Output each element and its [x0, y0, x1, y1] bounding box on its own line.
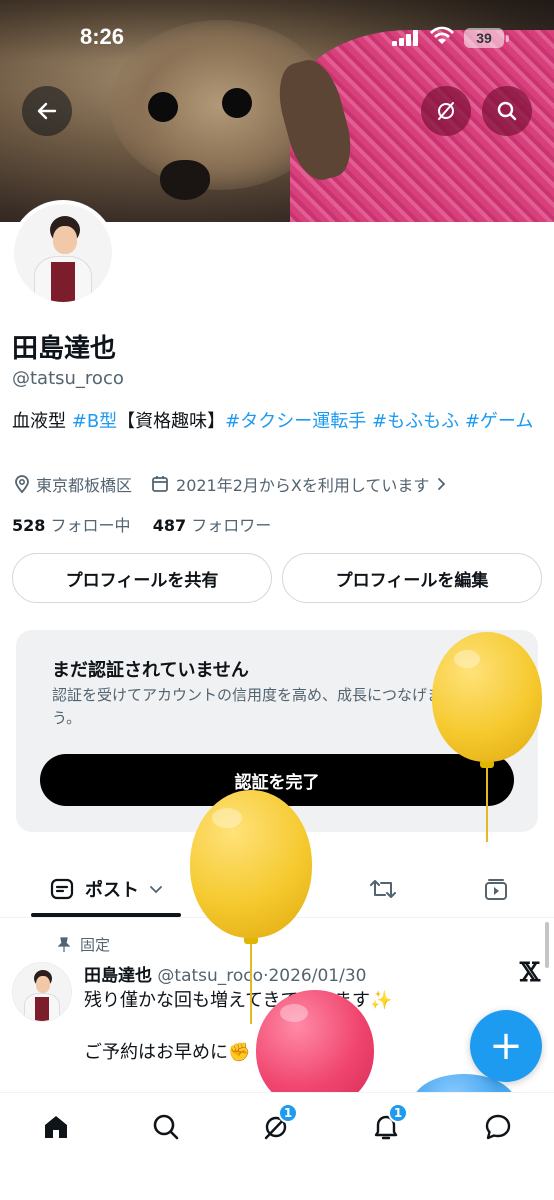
edit-profile-button[interactable]: プロフィールを編集 [282, 553, 542, 603]
profile-joined[interactable]: 2021年2月からXを利用しています [176, 472, 429, 496]
follow-counts: 528 フォロー中 487 フォロワー [12, 512, 271, 536]
following-count: 528 [12, 516, 46, 535]
pinned-text: 固定 [80, 936, 111, 954]
compose-button[interactable]: + [470, 1010, 542, 1082]
repost-icon [370, 880, 396, 898]
signal-icon [392, 30, 420, 46]
post-icon [50, 878, 74, 900]
nav-messages[interactable] [478, 1107, 518, 1147]
messages-icon [485, 1114, 511, 1140]
verification-title: まだ認証されていません [52, 660, 249, 681]
share-profile-button[interactable]: プロフィールを共有 [12, 553, 272, 603]
bio-text: 【資格趣味】 [117, 411, 226, 432]
post-author-handle[interactable]: @tatsu_roco [157, 966, 263, 986]
yellow-balloon [432, 632, 542, 762]
status-time: 8:26 [80, 24, 125, 49]
profile-avatar[interactable] [10, 200, 116, 306]
profile-name: 田島達也 [12, 334, 117, 364]
nav-grok[interactable]: 1 [256, 1103, 298, 1147]
post-author-avatar[interactable] [12, 962, 72, 1022]
profile-location: 東京都板橋区 [36, 476, 133, 495]
banner-dog-nose [160, 160, 210, 200]
followers-label: フォロワー [191, 516, 272, 535]
back-arrow-icon [37, 102, 57, 120]
grok-button[interactable] [421, 86, 471, 136]
scrollbar[interactable] [545, 922, 549, 968]
post-author-name[interactable]: 田島達也 [84, 966, 152, 986]
wifi-icon [430, 26, 454, 44]
nav-home[interactable] [36, 1107, 76, 1147]
notification-badge: 1 [388, 1103, 408, 1123]
post-header: 田島達也 @tatsu_roco·2026/01/30 [84, 961, 366, 986]
hashtag-link[interactable]: #タクシー運転手 [225, 411, 366, 432]
balloon-string [486, 768, 488, 842]
yellow-balloon [190, 790, 312, 938]
hashtag-link[interactable]: #もふもふ [372, 411, 459, 432]
home-icon [45, 1116, 67, 1138]
nav-notifications[interactable]: 1 [366, 1103, 408, 1147]
media-icon [485, 879, 507, 900]
hashtag-link[interactable]: #ゲーム [465, 411, 534, 432]
profile-handle: @tatsu_roco [12, 368, 124, 389]
following-label: フォロー中 [50, 516, 131, 535]
location-icon [15, 475, 29, 494]
grok-icon [438, 102, 454, 120]
chevron-right-icon [438, 478, 446, 490]
calendar-icon [152, 476, 168, 492]
hashtag-link[interactable]: #B型 [72, 411, 117, 432]
status-bar: 8:26 39 [0, 22, 554, 54]
bio-text: 血液型 [12, 411, 72, 432]
bottom-navigation: 1 1 [0, 1092, 554, 1200]
profile-meta: 東京都板橋区 2021年2月からXを利用しています [12, 472, 449, 496]
tab-posts-label: ポスト [85, 880, 139, 901]
banner-dog-eye-right [222, 88, 252, 118]
tab-posts[interactable]: ポスト [31, 862, 181, 916]
search-icon [153, 1114, 179, 1140]
avatar-image [13, 963, 71, 1021]
battery-indicator: 39 [464, 28, 509, 48]
tab-media[interactable] [466, 862, 526, 916]
avatar-image [14, 204, 112, 302]
chevron-down-icon [150, 886, 162, 894]
following-link[interactable]: 528 フォロー中 [12, 516, 131, 535]
search-button[interactable] [482, 86, 532, 136]
search-icon [497, 101, 517, 121]
back-button[interactable] [22, 86, 72, 136]
pinned-label: 固定 [56, 934, 110, 955]
post-date[interactable]: 2026/01/30 [268, 966, 366, 986]
x-logo-icon[interactable]: 𝕏 [520, 958, 540, 988]
banner-dog-eye-left [148, 92, 178, 122]
notification-badge: 1 [278, 1103, 298, 1123]
tab-reposts[interactable] [353, 862, 413, 916]
verification-description: 認証を受けてアカウントの信用度を高め、成長につなげましょう。 [52, 686, 473, 727]
pin-icon [57, 936, 71, 952]
active-tab-indicator [31, 913, 181, 917]
balloon-string [250, 944, 252, 1024]
followers-count: 487 [152, 516, 187, 535]
followers-link[interactable]: 487 フォロワー [153, 516, 272, 535]
nav-search[interactable] [146, 1107, 186, 1147]
profile-bio: 血液型 #B型【資格趣味】#タクシー運転手 #もふもふ #ゲーム [12, 408, 542, 436]
